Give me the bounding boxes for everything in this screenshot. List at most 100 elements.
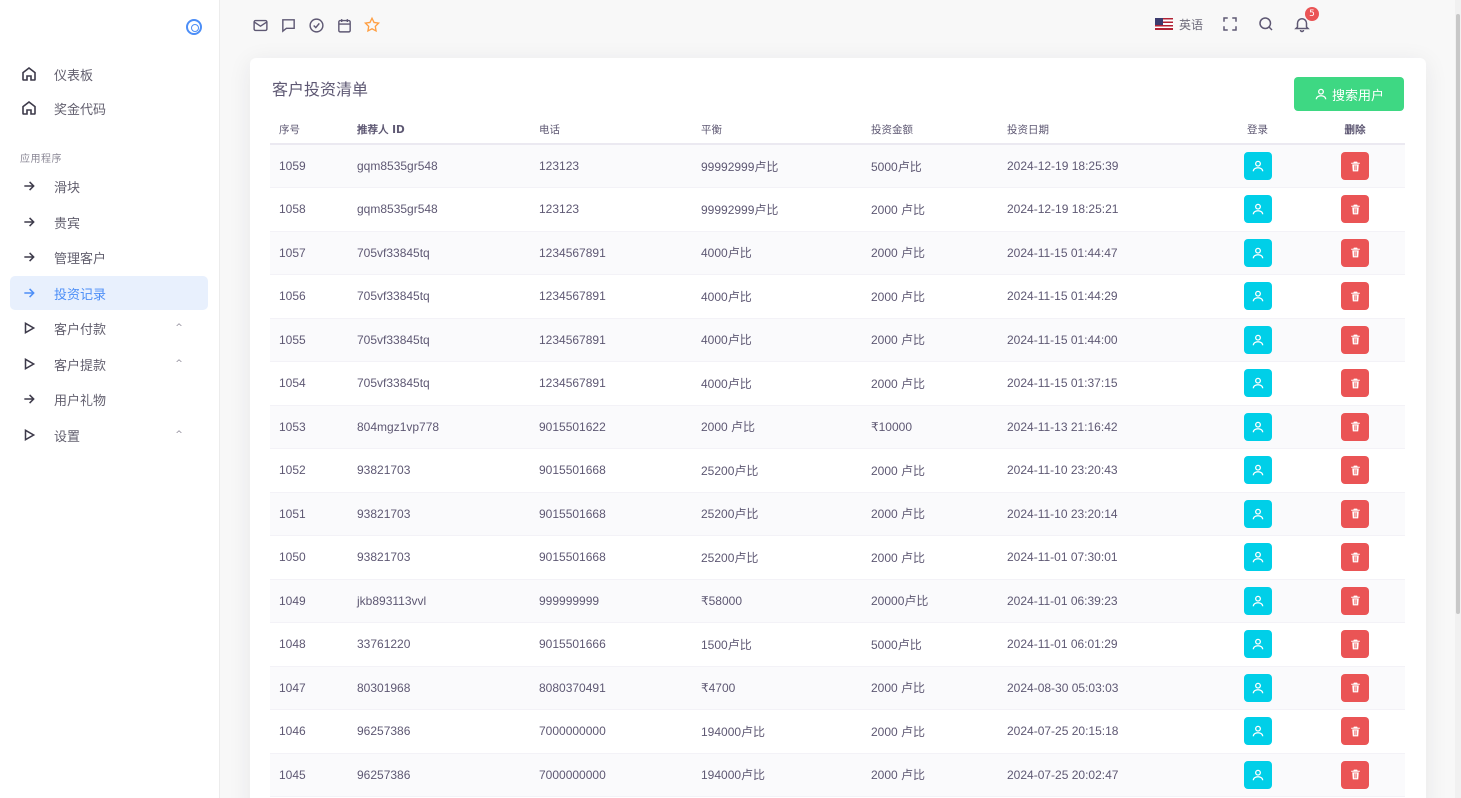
login-as-user-button[interactable] — [1243, 760, 1272, 789]
cell-login — [1210, 187, 1305, 232]
cell-investment-date: 2024-11-10 23:20:14 — [998, 492, 1210, 536]
trash-icon — [1350, 378, 1360, 389]
table-row: 1045 96257386 7000000000 194000卢比 2000 卢比 202… — [270, 753, 1405, 797]
login-as-user-button[interactable] — [1243, 152, 1272, 180]
login-as-user-button[interactable] — [1243, 282, 1272, 311]
sidebar-item-customer-withdrawals[interactable]: 客户提款 ^ — [10, 347, 208, 381]
cell-phone: 7000000000 — [530, 753, 692, 797]
page-scrollbar[interactable] — [1455, 0, 1461, 798]
cell-investment-amount: 2000 卢比 — [862, 274, 998, 319]
cell-referrer-id: 96257386 — [348, 709, 530, 754]
user-icon — [1252, 725, 1263, 737]
delete-button[interactable] — [1341, 282, 1369, 311]
cell-id: 1052 — [270, 448, 348, 493]
cell-balance: 99992999卢比 — [692, 144, 862, 188]
sidebar-item-label: 贵宾 — [54, 216, 81, 232]
delete-button[interactable] — [1341, 456, 1369, 485]
delete-button[interactable] — [1341, 673, 1369, 702]
cell-investment-date: 2024-07-25 20:15:18 — [998, 709, 1210, 754]
cell-delete — [1305, 187, 1405, 232]
user-icon — [1252, 421, 1263, 433]
cell-id: 1055 — [270, 318, 348, 362]
check-circle-icon[interactable] — [307, 16, 325, 34]
delete-button[interactable] — [1341, 369, 1369, 398]
sidebar-item-vip[interactable]: 贵宾 — [10, 205, 208, 239]
sidebar-item-bonus-code[interactable]: 奖金代码 — [10, 91, 208, 125]
delete-button[interactable] — [1341, 238, 1369, 267]
login-as-user-button[interactable] — [1243, 630, 1272, 659]
delete-button[interactable] — [1341, 195, 1369, 224]
trash-icon — [1350, 247, 1360, 258]
login-as-user-button[interactable] — [1243, 543, 1272, 572]
table-row: 1052 93821703 9015501668 25200卢比 2000 卢比 2024… — [270, 448, 1405, 493]
sidebar-item-label: 客户提款 — [54, 358, 107, 374]
sidebar-item-manage-customers[interactable]: 管理客户 — [10, 240, 208, 274]
cell-investment-amount: 2000 卢比 — [862, 666, 998, 710]
cell-investment-amount: 2000 卢比 — [862, 709, 998, 754]
cell-delete — [1305, 535, 1405, 580]
trash-icon — [1350, 726, 1360, 737]
login-as-user-button[interactable] — [1243, 412, 1272, 441]
cell-referrer-id: 705vf33845tq — [348, 361, 530, 406]
user-icon — [1252, 290, 1263, 302]
delete-button[interactable] — [1341, 586, 1369, 615]
trash-icon — [1350, 639, 1360, 650]
chat-icon[interactable] — [279, 16, 297, 34]
sidebar-item-slider[interactable]: 滑块 — [10, 169, 208, 203]
login-as-user-button[interactable] — [1243, 325, 1272, 354]
user-icon — [1252, 595, 1263, 607]
cell-investment-date: 2024-11-10 23:20:43 — [998, 448, 1210, 493]
sidebar-item-dashboard[interactable]: 仪表板 — [10, 57, 208, 91]
col-header-investment-date: 投资日期 — [998, 116, 1210, 145]
login-as-user-button[interactable] — [1243, 456, 1272, 485]
login-as-user-button[interactable] — [1243, 369, 1272, 398]
cell-balance: 1500卢比 — [692, 622, 862, 667]
login-as-user-button[interactable] — [1243, 238, 1272, 267]
login-as-user-button[interactable] — [1243, 195, 1272, 224]
search-user-button-label: 搜索用户 — [1331, 88, 1384, 104]
delete-button[interactable] — [1341, 717, 1369, 746]
search-user-button[interactable]: 搜索用户 — [1294, 77, 1404, 111]
login-as-user-button[interactable] — [1243, 499, 1272, 528]
arrow-right-icon — [20, 390, 38, 408]
cell-referrer-id: 705vf33845tq — [348, 231, 530, 275]
star-icon[interactable] — [363, 16, 381, 34]
delete-button[interactable] — [1341, 543, 1369, 572]
login-as-user-button[interactable] — [1243, 586, 1272, 615]
delete-button[interactable] — [1341, 630, 1369, 659]
sidebar-item-customer-payments[interactable]: 客户付款 ^ — [10, 311, 208, 345]
user-icon — [1252, 551, 1263, 563]
cell-login — [1210, 318, 1305, 362]
cell-balance: 4000卢比 — [692, 361, 862, 406]
fullscreen-icon[interactable] — [1221, 15, 1239, 33]
cell-referrer-id: 80301968 — [348, 666, 530, 710]
login-as-user-button[interactable] — [1243, 717, 1272, 746]
delete-button[interactable] — [1341, 152, 1369, 180]
sidebar-item-user-gifts[interactable]: 用户礼物 — [10, 382, 208, 416]
sidebar-collapse-toggle[interactable] — [186, 19, 202, 35]
cell-investment-date: 2024-11-01 06:39:23 — [998, 579, 1210, 623]
delete-button[interactable] — [1341, 412, 1369, 441]
col-header-phone: 电话 — [530, 116, 692, 145]
sidebar-item-settings[interactable]: 设置 ^ — [10, 418, 208, 452]
delete-button[interactable] — [1341, 499, 1369, 528]
delete-button[interactable] — [1341, 325, 1369, 354]
language-selector[interactable]: 英语 — [1154, 16, 1203, 33]
cell-delete — [1305, 448, 1405, 493]
cell-phone: 123123 — [530, 144, 692, 188]
sidebar-item-label: 客户付款 — [54, 322, 107, 338]
cell-balance: 2000 卢比 — [692, 405, 862, 449]
login-as-user-button[interactable] — [1243, 673, 1272, 702]
delete-button[interactable] — [1341, 760, 1369, 789]
scrollbar-thumb[interactable] — [1456, 14, 1460, 614]
trash-icon — [1350, 595, 1360, 606]
calendar-icon[interactable] — [335, 16, 353, 34]
cell-phone: 1234567891 — [530, 274, 692, 319]
table-row: 1053 804mgz1vp778 9015501622 2000 卢比 ₹10000 2… — [270, 405, 1405, 449]
search-icon[interactable] — [1257, 15, 1275, 33]
sidebar-item-investment-records[interactable]: 投资记录 — [10, 276, 208, 310]
cell-balance: ₹58000 — [692, 579, 862, 623]
mail-icon[interactable] — [251, 16, 269, 34]
notification-bell[interactable]: 5 — [1293, 7, 1319, 33]
cell-investment-date: 2024-08-30 05:03:03 — [998, 666, 1210, 710]
